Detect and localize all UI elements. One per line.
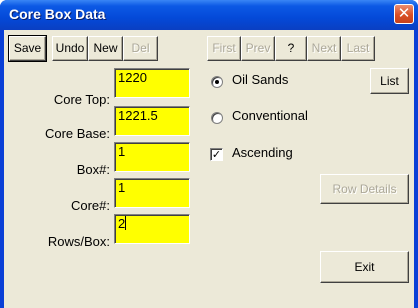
box-number-label: Box#: bbox=[76, 162, 110, 177]
list-button-label: List bbox=[380, 74, 399, 88]
conventional-label[interactable]: Conventional bbox=[232, 108, 308, 123]
last-record-button[interactable]: Last bbox=[341, 36, 375, 61]
last-button-label: Last bbox=[346, 41, 370, 55]
checkmark-icon: ✓ bbox=[211, 148, 222, 161]
help-button[interactable]: ? bbox=[275, 36, 307, 61]
oil-sands-label[interactable]: Oil Sands bbox=[232, 72, 288, 87]
list-button[interactable]: List bbox=[370, 68, 409, 94]
save-button[interactable]: Save bbox=[8, 35, 47, 62]
dialog-body: Save Undo New Del First Prev ? Next Last… bbox=[4, 30, 414, 308]
core-top-label: Core Top: bbox=[53, 92, 110, 107]
delete-button-label: Del bbox=[131, 41, 150, 55]
exit-button[interactable]: Exit bbox=[320, 251, 409, 283]
rows-per-box-value: 2 bbox=[118, 216, 126, 231]
core-base-input[interactable]: 1221.5 bbox=[114, 106, 190, 136]
delete-button[interactable]: Del bbox=[123, 36, 158, 61]
conventional-radio[interactable] bbox=[211, 112, 223, 124]
help-button-label: ? bbox=[287, 41, 295, 55]
prev-record-button[interactable]: Prev bbox=[241, 36, 275, 61]
save-button-label: Save bbox=[13, 41, 42, 55]
first-record-button[interactable]: First bbox=[207, 36, 241, 61]
close-icon: ✕ bbox=[397, 4, 411, 22]
new-button[interactable]: New bbox=[88, 36, 123, 61]
dialog-window: Core Box Data ✕ Save Undo New Del First … bbox=[0, 0, 418, 308]
new-button-label: New bbox=[93, 41, 118, 55]
core-number-input[interactable]: 1 bbox=[114, 178, 190, 208]
ascending-label[interactable]: Ascending bbox=[232, 145, 293, 160]
ascending-checkbox[interactable]: ✓ bbox=[210, 148, 223, 161]
rows-per-box-label: Rows/Box: bbox=[47, 234, 110, 249]
close-button[interactable]: ✕ bbox=[394, 4, 414, 24]
first-button-label: First bbox=[212, 41, 236, 55]
core-base-label: Core Base: bbox=[44, 126, 110, 141]
title-bar[interactable]: Core Box Data ✕ bbox=[0, 0, 418, 30]
core-top-input[interactable]: 1220 bbox=[114, 68, 190, 98]
window-title: Core Box Data bbox=[9, 6, 106, 22]
undo-button[interactable]: Undo bbox=[52, 36, 88, 61]
undo-button-label: Undo bbox=[55, 41, 85, 55]
oil-sands-radio[interactable] bbox=[211, 76, 223, 88]
row-details-button-label: Row Details bbox=[332, 182, 397, 196]
next-button-label: Next bbox=[311, 41, 337, 55]
prev-button-label: Prev bbox=[245, 41, 271, 55]
row-details-button[interactable]: Row Details bbox=[320, 174, 409, 204]
text-caret bbox=[125, 216, 127, 230]
rows-per-box-input[interactable]: 2 bbox=[114, 214, 190, 244]
next-record-button[interactable]: Next bbox=[307, 36, 341, 61]
box-number-input[interactable]: 1 bbox=[114, 142, 190, 172]
exit-button-label: Exit bbox=[354, 260, 375, 274]
core-number-label: Core#: bbox=[70, 198, 110, 213]
